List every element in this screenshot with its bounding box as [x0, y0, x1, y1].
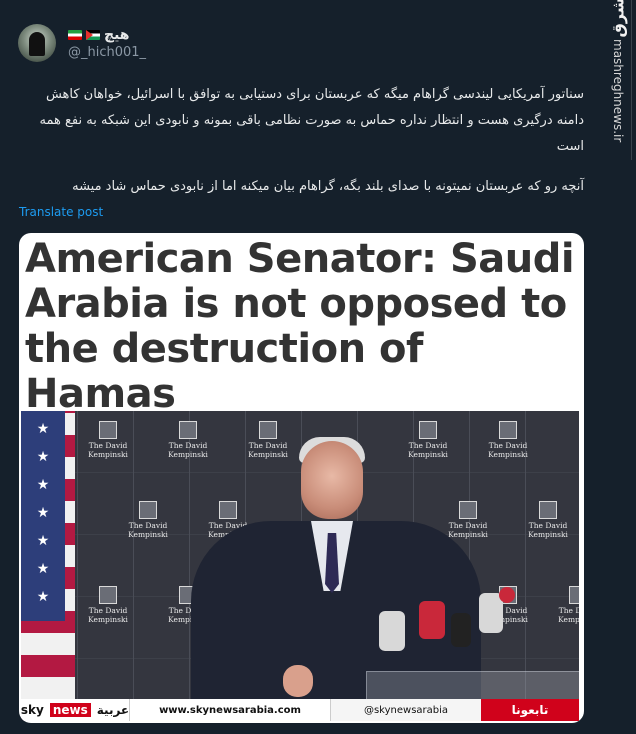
backdrop-logo: The DavidKempinski: [521, 501, 575, 541]
ticker-follow-label: تابعونا: [481, 699, 579, 721]
divider: [631, 0, 632, 160]
tweet-media-image[interactable]: American Senator: Saudi Arabia is not op…: [19, 233, 584, 723]
us-flag: ★ ★ ★ ★ ★ ★ ★: [21, 411, 75, 721]
user-block: هیچ @_hich001_: [68, 27, 146, 60]
news-ticker: sky news عربية www.skynewsarabia.com @sky…: [21, 699, 579, 721]
microphone: [451, 613, 471, 647]
tweet-paragraph-1: سناتور آمریکایی لیندسی گراهام میگه که عر…: [39, 87, 585, 154]
display-name-row[interactable]: هیچ: [68, 27, 146, 43]
microphone: [379, 611, 405, 651]
avatar[interactable]: [18, 24, 56, 62]
tweet-text: سناتور آمریکایی لیندسی گراهام میگه که عر…: [18, 82, 585, 200]
speaker-figure: [151, 437, 579, 721]
translate-post-link[interactable]: Translate post: [19, 205, 103, 219]
backdrop-logo: The DavidKempinski: [81, 586, 135, 626]
microphone: [419, 601, 445, 639]
palestine-flag-icon: [86, 29, 100, 40]
tweet-paragraph-2: آنچه رو که عربستان نمیتونه با صدای بلند …: [72, 179, 584, 194]
watermark: مشرق mashreghnews.ir: [600, 0, 636, 734]
backdrop-logo: The DavidKempinski: [481, 421, 535, 461]
mashregh-logo: مشرق: [608, 0, 628, 38]
tweet-header: هیچ @_hich001_: [18, 24, 146, 62]
media-headline: American Senator: Saudi Arabia is not op…: [25, 236, 575, 417]
watermark-site: mashreghnews.ir: [611, 39, 625, 143]
backdrop-logo: The DavidKempinski: [81, 421, 135, 461]
ticker-social-handle: @skynewsarabia: [363, 704, 449, 716]
news-photo: The David Kempinski The David Kempinski Th…: [21, 411, 579, 721]
sky-news-arabia-logo: sky news عربية: [21, 699, 129, 721]
display-name[interactable]: هیچ: [104, 27, 130, 43]
microphone: [499, 587, 515, 603]
iran-flag-icon: [68, 29, 82, 40]
user-handle[interactable]: @_hich001_: [68, 45, 146, 60]
ticker-url: www.skynewsarabia.com: [129, 699, 331, 721]
backdrop-logo: The DavidKempinski: [551, 586, 579, 626]
